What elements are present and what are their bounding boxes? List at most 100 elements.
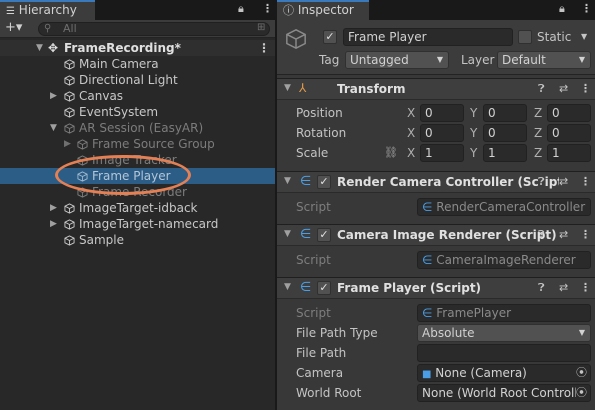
component-enabled-checkbox[interactable]: ✓ xyxy=(317,228,331,242)
collapse-arrow-icon[interactable]: ▼ xyxy=(36,40,43,56)
help-icon[interactable]: ❓︎ xyxy=(538,228,545,242)
position-z-field[interactable]: 0 xyxy=(547,104,591,122)
collapse-arrow-icon[interactable]: ▼ xyxy=(284,176,291,186)
x-axis-label: X xyxy=(407,106,416,120)
help-icon[interactable]: ❓︎ xyxy=(538,281,545,295)
scene-menu-icon[interactable]: ⋮ xyxy=(258,40,270,56)
help-icon[interactable]: ❓︎ xyxy=(538,175,545,189)
search-input[interactable]: ⚲ All ⊞ xyxy=(38,22,270,36)
script-object-field: ∈ CameraImageRenderer xyxy=(417,251,591,269)
gameobject-cube-icon xyxy=(64,59,75,70)
component-menu-icon[interactable]: ⋮ xyxy=(580,82,591,95)
help-icon[interactable]: ❓︎ xyxy=(538,82,545,96)
script-label: Script xyxy=(296,200,331,214)
hierarchy-item[interactable]: Sample xyxy=(0,232,275,248)
expand-arrow-icon[interactable]: ▶ xyxy=(50,216,57,232)
active-checkbox[interactable]: ✓ xyxy=(323,30,337,44)
script-icon: ∈ xyxy=(422,200,433,214)
tab-inspector-label: Inspector xyxy=(297,3,354,17)
position-x-field[interactable]: 0 xyxy=(420,104,464,122)
rotation-y-field[interactable]: 0 xyxy=(483,124,527,142)
world-root-value: None (World Root Controlle xyxy=(422,386,586,400)
component-menu-icon[interactable]: ⋮ xyxy=(580,281,591,294)
tab-inspector[interactable]: ⓘ Inspector xyxy=(277,0,369,20)
preset-icon[interactable]: ⇄ xyxy=(559,228,568,241)
gameobject-cube-icon xyxy=(64,203,75,214)
hierarchy-item[interactable]: EventSystem xyxy=(0,104,275,120)
component-menu-icon[interactable]: ⋮ xyxy=(580,175,591,188)
preset-icon[interactable]: ⇄ xyxy=(559,175,569,188)
preset-icon[interactable]: ⇄ xyxy=(559,281,568,294)
rotation-label: Rotation xyxy=(296,126,347,140)
component-enabled-checkbox[interactable]: ✓ xyxy=(317,281,331,295)
collapse-arrow-icon[interactable]: ▼ xyxy=(284,282,291,292)
camera-image-renderer-header[interactable]: ▼ ∈ ✓ Camera Image Renderer (Script) ❓︎ … xyxy=(277,224,595,246)
expand-arrow-icon[interactable]: ▶ xyxy=(50,88,57,104)
search-options-icon[interactable]: ⊞ xyxy=(257,22,265,34)
scale-x-field[interactable]: 1 xyxy=(420,144,464,162)
scene-name: FrameRecording* xyxy=(64,41,181,55)
script-icon: ∈ xyxy=(300,280,312,295)
static-dropdown-icon[interactable]: ▼ xyxy=(581,32,587,41)
info-icon: ⓘ xyxy=(283,4,294,17)
hierarchy-item-label: AR Session (EasyAR) xyxy=(79,121,204,135)
chevron-down-icon: ▼ xyxy=(578,328,585,337)
lock-icon[interactable]: 🔒︎ xyxy=(559,2,565,16)
lock-icon[interactable]: 🔒︎ xyxy=(238,2,244,16)
script-value: CameraImageRenderer xyxy=(436,253,576,267)
y-axis-label: Y xyxy=(470,146,478,160)
hierarchy-item-label: ImageTarget-idback xyxy=(79,201,198,215)
hierarchy-item[interactable]: ▶ ImageTarget-namecard xyxy=(0,216,275,232)
collapse-arrow-icon[interactable]: ▼ xyxy=(50,120,57,136)
kebab-menu-icon[interactable]: ⋮ xyxy=(262,2,273,15)
transform-axes-icon: ⅄ xyxy=(299,81,307,95)
camera-object-field[interactable]: ■ None (Camera) ⦿ xyxy=(417,364,591,382)
expand-arrow-icon[interactable]: ▶ xyxy=(50,200,57,216)
scene-row[interactable]: ▼ ✥ FrameRecording* ⋮ xyxy=(0,40,275,56)
hierarchy-item[interactable]: ▶ Canvas xyxy=(0,88,275,104)
hierarchy-item[interactable]: ▶ ImageTarget-idback xyxy=(0,200,275,216)
kebab-menu-icon[interactable]: ⋮ xyxy=(581,2,592,15)
tag-dropdown[interactable]: Untagged ▼ xyxy=(345,51,449,69)
hierarchy-tabbar: ☰ Hierarchy 🔒︎ ⋮ xyxy=(0,0,275,20)
collapse-arrow-icon[interactable]: ▼ xyxy=(284,83,291,93)
static-checkbox[interactable] xyxy=(518,30,532,44)
gameobject-cube-icon xyxy=(64,75,75,86)
scale-z-field[interactable]: 1 xyxy=(547,144,591,162)
file-path-type-dropdown[interactable]: Absolute ▼ xyxy=(417,324,591,342)
object-name-field[interactable]: Frame Player xyxy=(343,28,513,46)
hierarchy-item-label: Main Camera xyxy=(79,57,159,71)
transform-header[interactable]: ▼ ⅄ Transform ❓︎ ⇄ ⋮ xyxy=(277,78,595,100)
scale-y-field[interactable]: 1 xyxy=(483,144,527,162)
component-menu-icon[interactable]: ⋮ xyxy=(580,228,591,241)
render-camera-controller-header[interactable]: ▼ ∈ ✓ Render Camera Controller (Script) … xyxy=(277,171,595,193)
file-path-label: File Path xyxy=(296,346,347,360)
layer-dropdown[interactable]: Default ▼ xyxy=(497,51,591,69)
hierarchy-item[interactable]: ▶ Frame Source Group xyxy=(0,136,275,152)
script-icon: ∈ xyxy=(300,174,312,189)
add-dropdown-button[interactable]: +▾ xyxy=(5,20,22,35)
position-y-field[interactable]: 0 xyxy=(483,104,527,122)
file-path-type-label: File Path Type xyxy=(296,326,378,340)
hierarchy-item[interactable]: Directional Light xyxy=(0,72,275,88)
tab-hierarchy[interactable]: ☰ Hierarchy xyxy=(0,0,95,20)
frame-player-header[interactable]: ▼ ∈ ✓ Frame Player (Script) ❓︎ ⇄ ⋮ xyxy=(277,277,595,299)
preset-icon[interactable]: ⇄ xyxy=(559,82,568,95)
world-root-object-field[interactable]: None (World Root Controlle ⦿ xyxy=(417,384,591,402)
file-path-input[interactable] xyxy=(417,344,591,362)
rotation-z-field[interactable]: 0 xyxy=(547,124,591,142)
constrain-proportions-icon[interactable]: ⛓︎ xyxy=(384,146,398,159)
object-picker-icon[interactable]: ⦿ xyxy=(576,365,587,381)
script-icon: ∈ xyxy=(422,253,433,267)
collapse-arrow-icon[interactable]: ▼ xyxy=(284,229,291,239)
component-enabled-checkbox[interactable]: ✓ xyxy=(317,175,331,189)
y-axis-label: Y xyxy=(470,126,478,140)
hierarchy-item[interactable]: ▼ AR Session (EasyAR) xyxy=(0,120,275,136)
hierarchy-toolbar: +▾ ⚲ All ⊞ xyxy=(0,20,275,38)
object-picker-icon[interactable]: ⦿ xyxy=(576,385,587,401)
hierarchy-item[interactable]: Main Camera xyxy=(0,56,275,72)
search-placeholder: All xyxy=(63,22,77,35)
y-axis-label: Y xyxy=(470,106,478,120)
expand-arrow-icon[interactable]: ▶ xyxy=(64,136,71,152)
rotation-x-field[interactable]: 0 xyxy=(420,124,464,142)
